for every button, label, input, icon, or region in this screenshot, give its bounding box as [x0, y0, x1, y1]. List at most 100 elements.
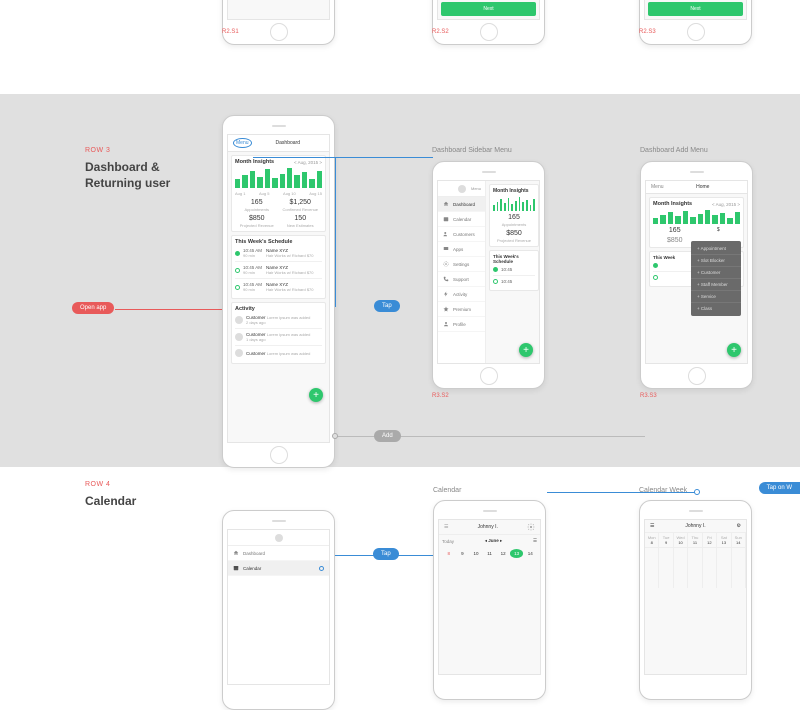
phone-addmenu: Menu Home Month Insights< Aug, 2015 > 16… [640, 161, 753, 389]
next-button[interactable]: Next [441, 2, 536, 16]
sidebar-item-activity[interactable]: Activity [438, 287, 485, 302]
add-popup: + Appointment + Slot Blocker + Customer … [691, 241, 741, 316]
week-day[interactable]: Fri12 [703, 533, 717, 547]
screen-caption: Dashboard Add Menu [640, 147, 708, 154]
sidebar-item-premium[interactable]: Premium [438, 302, 485, 317]
page-title: Dashboard [276, 140, 300, 146]
cal-date[interactable]: 9 [456, 549, 470, 558]
page-title: Home [696, 184, 709, 190]
add-customer[interactable]: + Customer [691, 267, 741, 279]
week-day[interactable]: Sat13 [717, 533, 731, 547]
week-day[interactable]: Mon8 [645, 533, 659, 547]
sidebar-item-calendar[interactable]: Calendar [228, 561, 329, 576]
card-title: This Week's Schedule [235, 239, 292, 245]
week-day[interactable]: Wed10 [674, 533, 688, 547]
row-4-label: ROW 4 Calendar [85, 481, 136, 510]
open-app-pill: Open app [72, 302, 114, 314]
week-day[interactable]: Sun14 [732, 533, 746, 547]
schedule-card: This Week's Schedule 10:45 AM90 minName … [231, 235, 326, 299]
monitor-icon [443, 246, 449, 252]
next-button[interactable]: Next [648, 2, 743, 16]
sidebar-item-dashboard[interactable]: Dashboard [438, 197, 485, 212]
user-icon [235, 349, 243, 357]
insights-chart [235, 168, 322, 188]
calendar-icon [233, 565, 239, 571]
screen-caption: Dashboard Sidebar Menu [432, 147, 512, 154]
add-pill: Add [374, 430, 401, 442]
row-title: Dashboard & Returning user [85, 160, 170, 191]
screen-label: R2.S3 [639, 29, 656, 35]
phone-calendar: ☰ Johnny I. Today ◂ June ▸ ☰ 89101112131… [433, 500, 546, 700]
phone-nav: Dashboard Calendar [222, 510, 335, 710]
card-title: Month Insights [235, 159, 274, 165]
tap-pill: Tap [373, 548, 399, 560]
flow-arrow [253, 157, 433, 158]
phone-next: Next [432, 0, 545, 45]
add-staff[interactable]: + Staff Member [691, 279, 741, 291]
sidebar-item-support[interactable]: Support [438, 272, 485, 287]
cal-date[interactable]: 10 [469, 549, 483, 558]
row-title: Calendar [85, 494, 136, 510]
avatar [458, 185, 466, 193]
user-icon [443, 321, 449, 327]
activity-item[interactable]: Customer Lorem ipsum was added1 days ago [235, 329, 322, 346]
home-button-icon [480, 367, 498, 385]
card-title: Activity [235, 306, 255, 312]
bolt-icon [443, 291, 449, 297]
fab-add[interactable]: + [727, 343, 741, 357]
home-button-icon [687, 23, 705, 41]
sidebar-item-customers[interactable]: Customers [438, 227, 485, 242]
row-tag: ROW 3 [85, 147, 170, 154]
user-icon [235, 316, 243, 324]
row-tag: ROW 4 [85, 481, 136, 488]
fab-add[interactable]: + [519, 343, 533, 357]
menu-button[interactable]: Menu [233, 138, 252, 148]
user-icon [235, 333, 243, 341]
schedule-item[interactable]: 10:45 AM90 minName XYZHair Works w/ Rich… [235, 262, 322, 279]
month-selector[interactable]: < Aug, 2015 > [294, 160, 322, 165]
schedule-item[interactable]: 10:45 AM90 minName XYZHair Works w/ Rich… [235, 279, 322, 295]
fab-add[interactable]: + [309, 388, 323, 402]
sidebar-item-profile[interactable]: Profile [438, 317, 485, 332]
activity-item[interactable]: Customer Lorem ipsum was added2 days ago [235, 312, 322, 329]
cal-date[interactable]: 12 [496, 549, 510, 558]
cal-date[interactable]: 13 [510, 549, 524, 558]
home-icon [233, 550, 239, 556]
sidebar-item-dashboard[interactable]: Dashboard [228, 546, 329, 561]
cal-date[interactable]: 8 [442, 549, 456, 558]
calendar-icon [443, 216, 449, 222]
screen-label: R2.S2 [432, 29, 449, 35]
sidebar-item-settings[interactable]: Settings [438, 257, 485, 272]
flow-arrow [547, 492, 697, 493]
flow-node [332, 433, 338, 439]
flow-arrow [115, 309, 227, 310]
row-3-label: ROW 3 Dashboard & Returning user [85, 147, 170, 191]
nav-indicator-icon [319, 566, 324, 571]
add-appointment[interactable]: + Appointment [691, 243, 741, 255]
week-day[interactable]: Thu11 [688, 533, 702, 547]
sidebar-item-apps[interactable]: Apps [438, 242, 485, 257]
gear-icon[interactable] [527, 523, 535, 531]
phone-dashboard: Menu Dashboard Month Insights < Aug, 201… [222, 115, 335, 468]
add-slotblocker[interactable]: + Slot Blocker [691, 255, 741, 267]
home-button-icon [480, 23, 498, 41]
user-select[interactable]: Johnny I. [478, 524, 498, 530]
star-icon [443, 306, 449, 312]
gear-icon [443, 261, 449, 267]
cal-date[interactable]: 14 [523, 549, 537, 558]
user-select[interactable]: Johnny I. [685, 523, 705, 529]
insights-card: Month Insights < Aug, 2015 > Aug 1 Aug 5… [231, 155, 326, 232]
today-button[interactable]: Today [442, 539, 454, 544]
activity-item[interactable]: Customer Lorem ipsum was added [235, 346, 322, 360]
menu-button[interactable]: Menu [651, 184, 664, 190]
cal-date[interactable]: 11 [483, 549, 497, 558]
screen-caption: Calendar [433, 487, 461, 494]
sidebar-item-calendar[interactable]: Calendar [438, 212, 485, 227]
phone-icon [443, 276, 449, 282]
add-class[interactable]: + Class [691, 303, 741, 314]
schedule-item[interactable]: 10:45 AM90 minName XYZHair Works w/ Rich… [235, 245, 322, 262]
phone-calendar-week: ☰ Johnny I. ⚙ Mon8Tue9Wed10Thu11Fri12Sat… [639, 500, 752, 700]
add-service[interactable]: + Service [691, 291, 741, 303]
week-day[interactable]: Tue9 [659, 533, 673, 547]
header: Menu Dashboard [228, 135, 329, 152]
